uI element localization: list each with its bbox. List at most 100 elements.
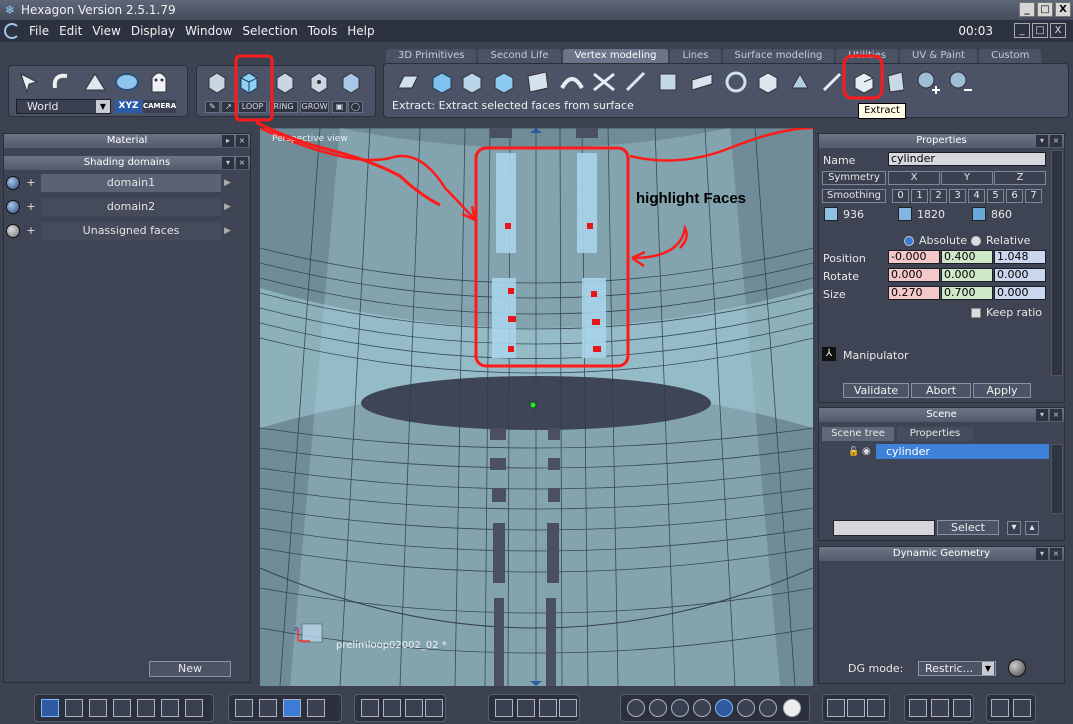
scene-item-cylinder[interactable]: cylinder (876, 444, 1049, 459)
menu-display[interactable]: Display (126, 24, 180, 38)
menu-selection[interactable]: Selection (237, 24, 302, 38)
dg-sphere-icon[interactable] (1008, 659, 1026, 677)
panel-menu-icon[interactable]: ▾ (1036, 135, 1048, 147)
chamfer-tool-icon[interactable] (490, 68, 518, 96)
texture-sphere-icon[interactable] (737, 699, 755, 717)
rotate-x-field[interactable]: 0.000 (888, 268, 940, 282)
tab-vertex-modeling[interactable]: Vertex modeling (562, 49, 669, 63)
select-points-icon[interactable] (305, 68, 333, 96)
bevel-tool-icon[interactable] (394, 68, 422, 96)
menu-help[interactable]: Help (342, 24, 379, 38)
sculpt-tool-icon[interactable] (818, 68, 846, 96)
abort-button[interactable]: Abort (911, 383, 971, 398)
bridge-tool-icon[interactable] (558, 68, 586, 96)
fold-tool-icon[interactable] (688, 68, 716, 96)
camera-toggle-button[interactable]: CAMERA (143, 100, 176, 113)
domain-label[interactable]: domain2 (41, 198, 221, 216)
lit-sphere-icon[interactable] (759, 699, 777, 717)
tab-scene-tree[interactable]: Scene tree (822, 427, 894, 441)
ring-select-button[interactable]: RING (269, 101, 298, 113)
panel-menu-icon[interactable]: ▾ (222, 157, 234, 169)
cut-tool-icon[interactable] (654, 68, 682, 96)
doc-close-button[interactable]: X (1050, 23, 1066, 38)
select-vertex-icon[interactable] (203, 68, 231, 96)
menu-window[interactable]: Window (180, 24, 237, 38)
select-arrow-icon[interactable] (15, 68, 43, 96)
chevron-down-icon[interactable]: ▾ (1007, 521, 1021, 535)
menu-view[interactable]: View (87, 24, 125, 38)
backface-icon[interactable] (827, 699, 845, 717)
loop-select-button[interactable]: LOOP (238, 101, 267, 113)
close-button[interactable]: X (1055, 2, 1071, 17)
ghost-tool-icon[interactable] (145, 68, 173, 96)
grow-select-button[interactable]: GROW (300, 101, 329, 113)
smoothing-level-3[interactable]: 3 (949, 189, 966, 203)
pan-icon[interactable] (383, 699, 401, 717)
panel-expand-icon[interactable]: ▸ (222, 135, 234, 147)
domain-row[interactable]: + Unassigned faces ▶ (6, 221, 236, 241)
extrude-tool-icon[interactable] (428, 68, 456, 96)
add-point-icon[interactable] (914, 68, 942, 96)
tools-icon[interactable] (517, 699, 535, 717)
smoothing-level-2[interactable]: 2 (930, 189, 947, 203)
apply-button[interactable]: Apply (973, 383, 1031, 398)
expand-plus-icon[interactable]: + (24, 176, 38, 190)
chevron-right-icon[interactable]: ▶ (224, 178, 236, 188)
split-tool-icon[interactable] (882, 68, 910, 96)
doc-minimize-button[interactable]: _ (1014, 23, 1030, 38)
lasso-select-icon[interactable]: ↗ (221, 101, 236, 113)
inset-tool-icon[interactable] (458, 68, 486, 96)
panel-menu-icon[interactable]: ▾ (1036, 548, 1048, 560)
size-x-field[interactable]: 0.270 (888, 286, 940, 300)
tab-utilities[interactable]: Utilities (836, 49, 899, 63)
grid-plane-icon[interactable] (307, 699, 325, 717)
layout-three-alt-icon[interactable] (161, 699, 179, 717)
frame-selection-icon[interactable] (361, 699, 379, 717)
smoothing-level-4[interactable]: 4 (968, 189, 985, 203)
extract-tool-icon[interactable] (850, 68, 878, 96)
relative-radio[interactable] (971, 236, 981, 246)
layout-three-icon[interactable] (137, 699, 155, 717)
maximize-button[interactable]: □ (1037, 2, 1053, 17)
axis-manipulator-icon[interactable] (495, 699, 513, 717)
domain-label[interactable]: domain1 (41, 174, 221, 192)
smooth-tool-icon[interactable] (754, 68, 782, 96)
snap-tools-icon[interactable] (539, 699, 557, 717)
panel-menu-icon[interactable]: ▾ (1036, 409, 1048, 421)
mesh-render[interactable]: z (260, 128, 813, 686)
domain-row[interactable]: + domain1 ▶ (6, 173, 236, 193)
tab-uv-paint[interactable]: UV & Paint (900, 49, 978, 63)
scene-select-button[interactable]: Select (937, 520, 999, 535)
wireframe-sphere-icon[interactable] (627, 699, 645, 717)
brush-select-icon[interactable]: ✎ (205, 101, 220, 113)
solid-sphere-icon[interactable] (649, 699, 667, 717)
expand-plus-icon[interactable]: + (24, 200, 38, 214)
weld-tool-icon[interactable] (590, 68, 618, 96)
doc-restore-button[interactable]: □ (1032, 23, 1048, 38)
drop-icon[interactable] (559, 699, 577, 717)
grid-settings-icon[interactable] (235, 699, 253, 717)
position-z-field[interactable]: 1.048 (994, 250, 1046, 264)
overlay-icon[interactable] (847, 699, 865, 717)
smooth-sphere-icon[interactable] (671, 699, 689, 717)
snap-icon[interactable] (259, 699, 277, 717)
zoom-icon[interactable] (405, 699, 423, 717)
rotate-y-field[interactable]: 0.000 (941, 268, 993, 282)
menu-file[interactable]: File (24, 24, 54, 38)
snapshot-camera-icon[interactable] (1013, 699, 1031, 717)
light-icon[interactable] (909, 699, 927, 717)
eye-icon[interactable]: ◉ (862, 446, 871, 457)
smoothing-level-1[interactable]: 1 (911, 189, 928, 203)
render-light-icon[interactable] (991, 699, 1009, 717)
tab-second-life[interactable]: Second Life (478, 49, 561, 63)
rotate-z-field[interactable]: 0.000 (994, 268, 1046, 282)
select-all-icon[interactable]: ▣ (332, 101, 347, 113)
tab-3d-primitives[interactable]: 3D Primitives (386, 49, 477, 63)
validate-button[interactable]: Validate (843, 383, 909, 398)
tab-lines[interactable]: Lines (670, 49, 721, 63)
menu-edit[interactable]: Edit (54, 24, 87, 38)
universal-manipulator-icon[interactable] (113, 68, 141, 96)
panel-close-icon[interactable]: × (236, 157, 248, 169)
grid-toggle-icon[interactable] (283, 699, 301, 717)
xray-icon[interactable] (867, 699, 885, 717)
